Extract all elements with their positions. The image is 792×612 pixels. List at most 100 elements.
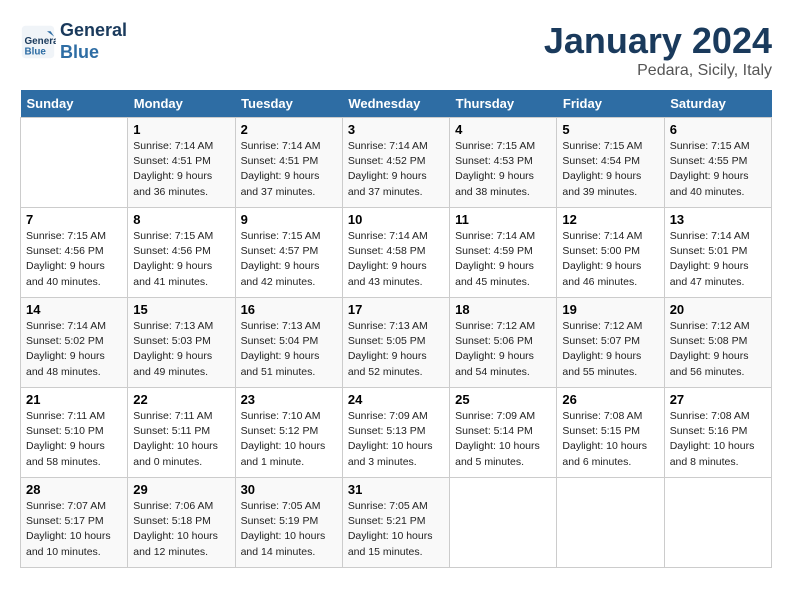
day-info: Sunrise: 7:12 AM Sunset: 5:08 PM Dayligh…	[670, 319, 766, 380]
day-info: Sunrise: 7:08 AM Sunset: 5:16 PM Dayligh…	[670, 409, 766, 470]
day-number: 8	[133, 212, 229, 227]
calendar-cell: 23 Sunrise: 7:10 AM Sunset: 5:12 PM Dayli…	[235, 388, 342, 478]
day-info: Sunrise: 7:13 AM Sunset: 5:05 PM Dayligh…	[348, 319, 444, 380]
calendar-cell: 13 Sunrise: 7:14 AM Sunset: 5:01 PM Dayli…	[664, 208, 771, 298]
day-info: Sunrise: 7:09 AM Sunset: 5:13 PM Dayligh…	[348, 409, 444, 470]
day-number: 1	[133, 122, 229, 137]
calendar-cell	[664, 478, 771, 568]
day-number: 30	[241, 482, 337, 497]
logo: General Blue General Blue	[20, 20, 127, 63]
day-info: Sunrise: 7:15 AM Sunset: 4:54 PM Dayligh…	[562, 139, 658, 200]
day-number: 3	[348, 122, 444, 137]
day-info: Sunrise: 7:14 AM Sunset: 4:51 PM Dayligh…	[133, 139, 229, 200]
day-info: Sunrise: 7:10 AM Sunset: 5:12 PM Dayligh…	[241, 409, 337, 470]
title-block: January 2024 Pedara, Sicily, Italy	[544, 20, 772, 80]
day-number: 17	[348, 302, 444, 317]
day-header-monday: Monday	[128, 90, 235, 118]
day-number: 5	[562, 122, 658, 137]
calendar-cell: 22Sunrise: 7:11 AM Sunset: 5:11 PM Dayli…	[128, 388, 235, 478]
calendar-cell: 30 Sunrise: 7:05 AM Sunset: 5:19 PM Dayli…	[235, 478, 342, 568]
day-number: 10	[348, 212, 444, 227]
calendar-title: January 2024	[544, 20, 772, 62]
calendar-cell: 21Sunrise: 7:11 AM Sunset: 5:10 PM Dayli…	[21, 388, 128, 478]
calendar-cell: 2 Sunrise: 7:14 AM Sunset: 4:51 PM Daylig…	[235, 118, 342, 208]
calendar-cell: 1 Sunrise: 7:14 AM Sunset: 4:51 PM Daylig…	[128, 118, 235, 208]
svg-text:Blue: Blue	[25, 46, 47, 57]
calendar-cell: 5 Sunrise: 7:15 AM Sunset: 4:54 PM Daylig…	[557, 118, 664, 208]
day-number: 29	[133, 482, 229, 497]
day-header-friday: Friday	[557, 90, 664, 118]
day-number: 16	[241, 302, 337, 317]
calendar-cell: 20 Sunrise: 7:12 AM Sunset: 5:08 PM Dayli…	[664, 298, 771, 388]
calendar-cell: 28 Sunrise: 7:07 AM Sunset: 5:17 PM Dayli…	[21, 478, 128, 568]
calendar-cell: 24Sunrise: 7:09 AM Sunset: 5:13 PM Dayli…	[342, 388, 449, 478]
calendar-cell: 10Sunrise: 7:14 AM Sunset: 4:58 PM Dayli…	[342, 208, 449, 298]
day-number: 19	[562, 302, 658, 317]
calendar-cell: 16 Sunrise: 7:13 AM Sunset: 5:04 PM Dayli…	[235, 298, 342, 388]
day-info: Sunrise: 7:14 AM Sunset: 5:01 PM Dayligh…	[670, 229, 766, 290]
calendar-cell: 11 Sunrise: 7:14 AM Sunset: 4:59 PM Dayli…	[450, 208, 557, 298]
day-info: Sunrise: 7:08 AM Sunset: 5:15 PM Dayligh…	[562, 409, 658, 470]
day-info: Sunrise: 7:06 AM Sunset: 5:18 PM Dayligh…	[133, 499, 229, 560]
calendar-cell: 27 Sunrise: 7:08 AM Sunset: 5:16 PM Dayli…	[664, 388, 771, 478]
calendar-table: SundayMondayTuesdayWednesdayThursdayFrid…	[20, 90, 772, 568]
day-number: 12	[562, 212, 658, 227]
calendar-cell	[450, 478, 557, 568]
day-info: Sunrise: 7:15 AM Sunset: 4:57 PM Dayligh…	[241, 229, 337, 290]
day-number: 25	[455, 392, 551, 407]
day-number: 11	[455, 212, 551, 227]
calendar-cell	[557, 478, 664, 568]
day-info: Sunrise: 7:11 AM Sunset: 5:11 PM Dayligh…	[133, 409, 229, 470]
week-row-3: 14 Sunrise: 7:14 AM Sunset: 5:02 PM Dayli…	[21, 298, 772, 388]
calendar-cell: 4Sunrise: 7:15 AM Sunset: 4:53 PM Daylig…	[450, 118, 557, 208]
day-info: Sunrise: 7:05 AM Sunset: 5:19 PM Dayligh…	[241, 499, 337, 560]
day-header-saturday: Saturday	[664, 90, 771, 118]
day-number: 26	[562, 392, 658, 407]
day-header-wednesday: Wednesday	[342, 90, 449, 118]
day-info: Sunrise: 7:14 AM Sunset: 4:52 PM Dayligh…	[348, 139, 444, 200]
day-number: 15	[133, 302, 229, 317]
days-header-row: SundayMondayTuesdayWednesdayThursdayFrid…	[21, 90, 772, 118]
day-number: 13	[670, 212, 766, 227]
day-info: Sunrise: 7:13 AM Sunset: 5:03 PM Dayligh…	[133, 319, 229, 380]
page-header: General Blue General Blue January 2024 P…	[20, 20, 772, 80]
day-info: Sunrise: 7:05 AM Sunset: 5:21 PM Dayligh…	[348, 499, 444, 560]
day-number: 28	[26, 482, 122, 497]
week-row-4: 21Sunrise: 7:11 AM Sunset: 5:10 PM Dayli…	[21, 388, 772, 478]
calendar-body: 1 Sunrise: 7:14 AM Sunset: 4:51 PM Daylig…	[21, 118, 772, 568]
logo-text-line1: General	[60, 20, 127, 42]
day-info: Sunrise: 7:15 AM Sunset: 4:56 PM Dayligh…	[26, 229, 122, 290]
svg-text:General: General	[25, 35, 57, 46]
calendar-cell: 9 Sunrise: 7:15 AM Sunset: 4:57 PM Daylig…	[235, 208, 342, 298]
calendar-cell: 17 Sunrise: 7:13 AM Sunset: 5:05 PM Dayli…	[342, 298, 449, 388]
day-number: 6	[670, 122, 766, 137]
day-number: 23	[241, 392, 337, 407]
day-number: 27	[670, 392, 766, 407]
day-header-sunday: Sunday	[21, 90, 128, 118]
day-info: Sunrise: 7:11 AM Sunset: 5:10 PM Dayligh…	[26, 409, 122, 470]
day-header-thursday: Thursday	[450, 90, 557, 118]
calendar-cell: 25Sunrise: 7:09 AM Sunset: 5:14 PM Dayli…	[450, 388, 557, 478]
day-header-tuesday: Tuesday	[235, 90, 342, 118]
day-info: Sunrise: 7:14 AM Sunset: 4:59 PM Dayligh…	[455, 229, 551, 290]
calendar-cell: 29 Sunrise: 7:06 AM Sunset: 5:18 PM Dayli…	[128, 478, 235, 568]
calendar-cell	[21, 118, 128, 208]
day-info: Sunrise: 7:15 AM Sunset: 4:55 PM Dayligh…	[670, 139, 766, 200]
day-info: Sunrise: 7:14 AM Sunset: 5:02 PM Dayligh…	[26, 319, 122, 380]
day-info: Sunrise: 7:13 AM Sunset: 5:04 PM Dayligh…	[241, 319, 337, 380]
calendar-cell: 14 Sunrise: 7:14 AM Sunset: 5:02 PM Dayli…	[21, 298, 128, 388]
day-info: Sunrise: 7:07 AM Sunset: 5:17 PM Dayligh…	[26, 499, 122, 560]
day-number: 9	[241, 212, 337, 227]
calendar-cell: 12Sunrise: 7:14 AM Sunset: 5:00 PM Dayli…	[557, 208, 664, 298]
day-number: 2	[241, 122, 337, 137]
day-info: Sunrise: 7:14 AM Sunset: 4:51 PM Dayligh…	[241, 139, 337, 200]
calendar-cell: 19 Sunrise: 7:12 AM Sunset: 5:07 PM Dayli…	[557, 298, 664, 388]
day-info: Sunrise: 7:15 AM Sunset: 4:53 PM Dayligh…	[455, 139, 551, 200]
day-number: 14	[26, 302, 122, 317]
calendar-cell: 31Sunrise: 7:05 AM Sunset: 5:21 PM Dayli…	[342, 478, 449, 568]
day-info: Sunrise: 7:12 AM Sunset: 5:07 PM Dayligh…	[562, 319, 658, 380]
week-row-5: 28 Sunrise: 7:07 AM Sunset: 5:17 PM Dayli…	[21, 478, 772, 568]
calendar-cell: 7Sunrise: 7:15 AM Sunset: 4:56 PM Daylig…	[21, 208, 128, 298]
day-info: Sunrise: 7:15 AM Sunset: 4:56 PM Dayligh…	[133, 229, 229, 290]
day-number: 20	[670, 302, 766, 317]
